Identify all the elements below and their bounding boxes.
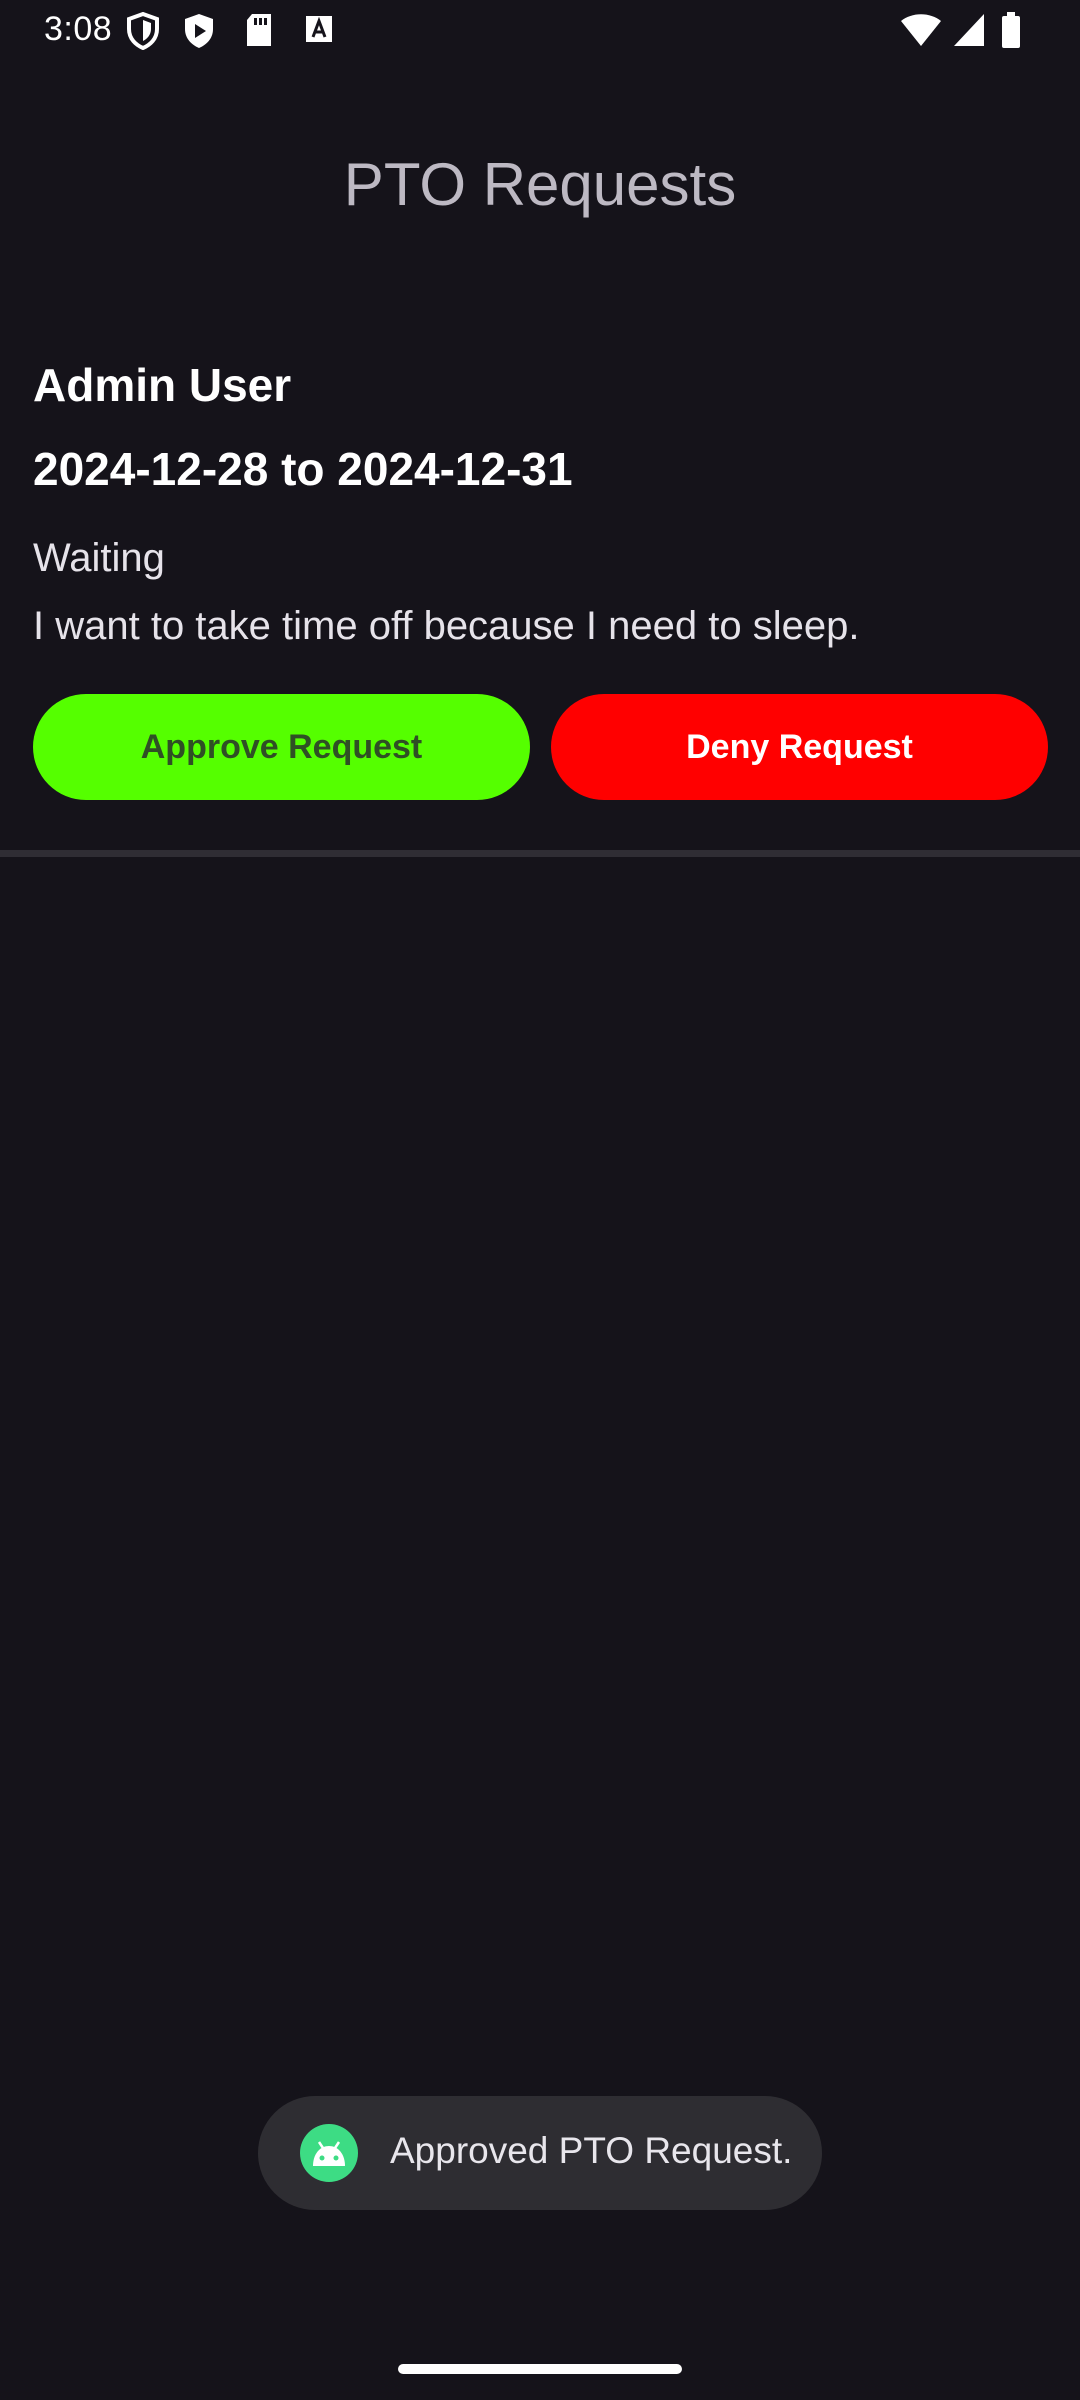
deny-request-button[interactable]: Deny Request bbox=[551, 694, 1048, 800]
status-bar: 3:08 bbox=[0, 0, 1080, 64]
sd-card-icon bbox=[247, 14, 271, 46]
play-shield-icon bbox=[185, 14, 213, 48]
approve-request-button[interactable]: Approve Request bbox=[33, 694, 530, 800]
keyboard-a-icon bbox=[306, 16, 332, 42]
wifi-icon bbox=[901, 14, 941, 46]
battery-icon bbox=[1002, 12, 1020, 48]
status-time: 3:08 bbox=[44, 10, 113, 48]
list-divider bbox=[0, 850, 1080, 857]
requester-name: Admin User bbox=[33, 359, 292, 411]
page-title: PTO Requests bbox=[343, 151, 737, 218]
gesture-nav-handle[interactable] bbox=[398, 2364, 682, 2374]
toast: Approved PTO Request. bbox=[258, 2096, 822, 2210]
request-reason: I want to take time off because I need t… bbox=[33, 604, 860, 648]
toast-message: Approved PTO Request. bbox=[390, 2130, 793, 2171]
request-status: Waiting bbox=[33, 536, 165, 580]
status-icons-right bbox=[900, 12, 1040, 52]
shield-icon bbox=[127, 12, 159, 50]
request-dates: 2024-12-28 to 2024-12-31 bbox=[33, 443, 573, 495]
android-icon bbox=[300, 2124, 358, 2182]
signal-icon bbox=[954, 14, 984, 46]
